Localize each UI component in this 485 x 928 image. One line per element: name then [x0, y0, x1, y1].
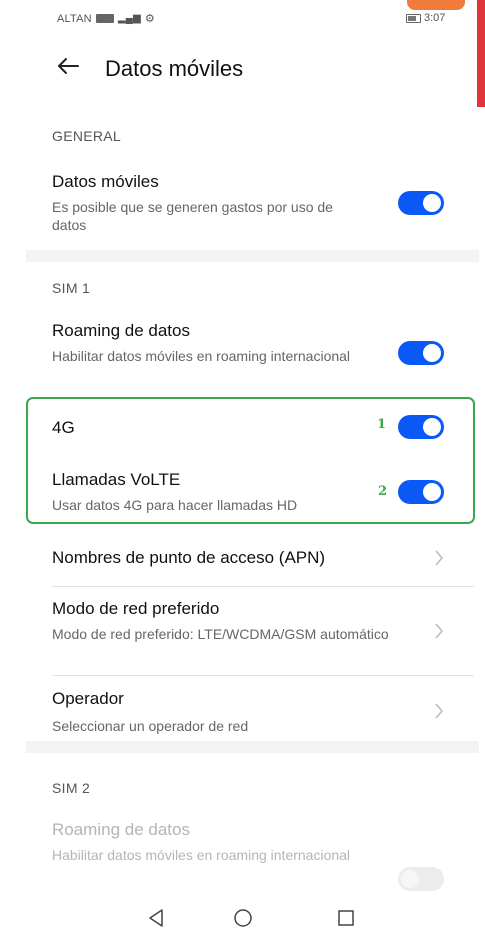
toggle-knob — [423, 418, 441, 436]
setting-title: Modo de red preferido — [52, 599, 220, 618]
setting-volte[interactable]: Llamadas VoLTE Usar datos 4G para hacer … — [52, 470, 382, 514]
section-label-sim2: SIM 2 — [52, 780, 91, 796]
row-divider — [52, 675, 474, 676]
circle-home-icon[interactable] — [233, 908, 253, 928]
setting-roaming-sim1[interactable]: Roaming de datos Habilitar datos móviles… — [52, 321, 352, 365]
setting-title: Roaming de datos — [52, 321, 190, 340]
battery-icon — [406, 13, 421, 23]
setting-title: Roaming de datos — [52, 820, 190, 839]
roaming-sim1-toggle[interactable] — [398, 341, 444, 365]
section-separator — [26, 250, 479, 262]
setting-title: Operador — [52, 689, 124, 708]
setting-4g-title: 4G — [52, 418, 75, 437]
section-label-general: GENERAL — [52, 128, 122, 144]
annotation-badge-2: 2 — [378, 484, 388, 499]
toggle-knob — [423, 344, 441, 362]
toggle-knob — [423, 483, 441, 501]
red-edge-decoration — [477, 0, 485, 107]
section-label-sim1: SIM 1 — [52, 280, 91, 296]
status-bar-left: ALTAN ▂▄▆ ⚙ — [57, 12, 155, 26]
section-separator — [26, 741, 479, 753]
setting-mobile-data[interactable]: Datos móviles Es posible que se generen … — [52, 172, 362, 234]
roaming-sim2-toggle — [398, 867, 444, 891]
annotation-badge-1: 1 — [377, 417, 387, 432]
chevron-right-icon — [435, 703, 444, 719]
toggle-knob — [423, 194, 441, 212]
setting-subtitle: Usar datos 4G para hacer llamadas HD — [52, 497, 298, 513]
carrier-label: ALTAN — [57, 12, 92, 25]
setting-title: Datos móviles — [52, 172, 159, 191]
chevron-right-icon — [435, 623, 444, 639]
setting-apn[interactable]: Nombres de punto de acceso (APN) — [52, 548, 325, 568]
lte-4g-toggle[interactable] — [398, 415, 444, 439]
row-divider — [52, 586, 474, 587]
orange-corner-decoration — [407, 0, 465, 10]
mobile-data-toggle[interactable] — [398, 191, 444, 215]
status-bar-right: 3:07 — [406, 12, 445, 24]
setting-operator[interactable]: Operador Seleccionar un operador de red — [52, 689, 382, 735]
triangle-back-icon[interactable] — [146, 908, 166, 928]
setting-roaming-sim2: Roaming de datos Habilitar datos móviles… — [52, 820, 352, 864]
setting-subtitle: Habilitar datos móviles en roaming inter… — [52, 847, 351, 863]
square-recent-icon[interactable] — [336, 908, 356, 928]
settings-gear-icon: ⚙ — [144, 13, 155, 25]
setting-subtitle: Seleccionar un operador de red — [52, 718, 249, 734]
setting-subtitle: Modo de red preferido: LTE/WCDMA/GSM aut… — [52, 626, 389, 642]
toggle-knob — [401, 870, 419, 888]
page-title: Datos móviles — [105, 56, 244, 81]
setting-title: Llamadas VoLTE — [52, 470, 181, 489]
setting-subtitle: Es posible que se generen gastos por uso… — [52, 199, 333, 233]
arrow-left-icon[interactable] — [53, 51, 83, 81]
clock: 3:07 — [424, 12, 446, 24]
setting-network-mode[interactable]: Modo de red preferido Modo de red prefer… — [52, 599, 397, 643]
volte-toggle[interactable] — [398, 480, 444, 504]
setting-subtitle: Habilitar datos móviles en roaming inter… — [52, 348, 351, 364]
chevron-right-icon — [435, 550, 444, 566]
volte-indicator-icon — [95, 14, 114, 23]
signal-icon: ▂▄▆ — [117, 13, 141, 24]
